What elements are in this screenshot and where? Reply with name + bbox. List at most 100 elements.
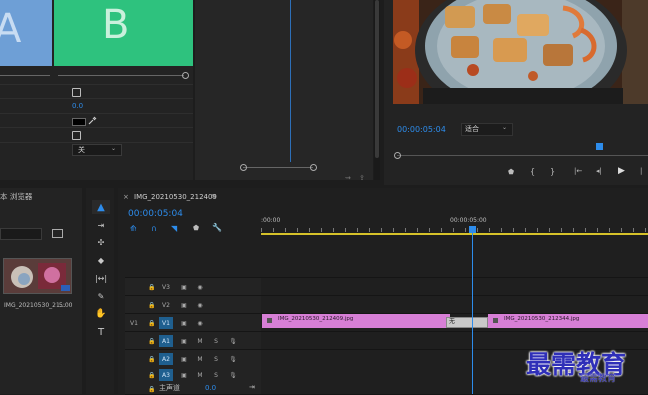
solo-button[interactable]: S [209,353,223,365]
play-icon[interactable]: ▶ [618,166,625,176]
dropdown[interactable]: 关 ⌄ [72,144,122,156]
marker-icon[interactable]: ⬟ [508,168,514,176]
video-clip-1[interactable]: IMG_20210530_212409.jpg [262,314,450,328]
track-select-tool-icon[interactable]: ⇥ [92,218,110,232]
mic-icon[interactable]: 🎙 [226,335,240,347]
transition[interactable]: 无 [446,317,488,328]
checkbox[interactable] [72,88,81,97]
track-area-top [125,236,648,278]
checkbox[interactable] [72,131,81,140]
track-header-v2: 🔒 V2 ▣ ◉ [125,296,261,314]
razor-tool-icon[interactable]: ◆ [92,253,110,267]
eye-icon[interactable]: ◉ [193,299,207,311]
mute-button[interactable]: M [193,353,207,365]
marker-icon[interactable]: ⬟ [193,224,199,232]
opacity-value[interactable]: 0.0 [72,103,83,110]
panel-tab-title[interactable]: 本 浏览器 [0,193,32,201]
selection-tool-icon[interactable]: ▲ [92,200,110,214]
lock-icon[interactable]: 🔒 [145,353,159,365]
tile-a: A [0,0,52,66]
linked-selection-icon[interactable]: ∩ [151,224,157,233]
master-value[interactable]: 0.0 [205,385,216,392]
sync-lock-icon[interactable]: ▣ [177,353,191,365]
zoom-bar[interactable] [243,167,313,168]
sync-lock-icon[interactable]: ▣ [177,335,191,347]
fit-dropdown[interactable]: 适合 ⌄ [461,123,513,136]
eye-icon[interactable]: ◉ [193,281,207,293]
color-swatch[interactable] [72,118,86,126]
mark-in-icon[interactable]: { [530,167,535,176]
program-playhead[interactable] [596,143,603,150]
zoom-handle-left[interactable] [240,164,247,171]
type-tool-icon[interactable]: T [92,325,110,339]
export-icon[interactable]: ⇪ [359,174,365,182]
pen-tool-icon[interactable]: ✎ [92,289,110,303]
track-lane-v2[interactable] [261,296,648,314]
sync-lock-icon[interactable]: ▣ [177,369,191,381]
chevron-down-icon: ⌄ [502,124,508,131]
panel-scrollbar[interactable] [374,0,380,180]
go-to-in-icon[interactable]: |← [574,167,582,175]
lock-icon[interactable]: 🔒 [145,383,159,395]
add-marker-icon[interactable]: ◥ [171,224,177,233]
go-to-end-icon[interactable]: ⇥ [249,384,255,391]
lock-icon[interactable]: 🔒 [145,281,159,293]
step-forward-icon[interactable]: | [640,167,642,175]
track-label-a1[interactable]: A1 [159,335,173,347]
slider-handle[interactable] [182,72,189,79]
new-bin-icon[interactable] [52,229,63,238]
slip-tool-icon[interactable]: |↔| [92,271,110,285]
program-timecode[interactable]: 00:00:05:04 [397,126,446,134]
scrollbar-thumb[interactable] [375,0,379,158]
track-header-a1: 🔒 A1 ▣ M S 🎙 [125,332,261,350]
source-patch-v1[interactable]: V1 [127,317,141,329]
snap-icon[interactable]: ⟰ [130,224,137,233]
mark-out-icon[interactable]: } [550,167,555,176]
sync-lock-icon[interactable]: ▣ [177,317,191,329]
video-clip-2[interactable]: IMG_20210530_212344.jpg [488,314,648,328]
track-label-a2[interactable]: A2 [159,353,173,365]
clip-thumbnail[interactable] [3,258,72,294]
sequence-timecode[interactable]: 00:00:05:04 [128,210,183,219]
solo-button[interactable]: S [209,335,223,347]
track-label-v3[interactable]: V3 [159,281,173,293]
scrub-start-handle[interactable] [394,152,401,159]
mute-button[interactable]: M [193,335,207,347]
work-area-bar[interactable] [261,233,648,235]
chevron-down-icon: ⌄ [111,145,117,152]
search-input[interactable] [0,228,42,240]
program-scrub-bar[interactable] [397,155,648,156]
tile-b-letter: B [102,2,130,48]
mute-button[interactable]: M [193,369,207,381]
sequence-tab[interactable]: IMG_20210530_212409 [134,194,217,201]
eyedropper-icon[interactable] [88,116,97,125]
mic-icon[interactable]: 🎙 [226,353,240,365]
lock-icon[interactable]: 🔒 [145,369,159,381]
track-label-a3[interactable]: A3 [159,369,173,381]
lock-icon[interactable]: 🔒 [145,335,159,347]
ruler-mid-label: 00:00:05:00 [450,217,487,224]
ripple-edit-tool-icon[interactable]: ✣ [92,235,110,249]
lock-icon[interactable]: 🔒 [145,299,159,311]
eye-icon[interactable]: ◉ [193,317,207,329]
scale-slider-track[interactable] [58,75,184,76]
track-label-v2[interactable]: V2 [159,299,173,311]
project-panel: 本 浏览器 IMG_20210530_21... 5:00 [0,188,82,394]
position-slider-track[interactable] [0,75,50,76]
sync-lock-icon[interactable]: ▣ [177,299,191,311]
transition-label: 无 [449,318,456,325]
timeline-playhead-head[interactable] [469,226,476,233]
track-label-v1[interactable]: V1 [159,317,173,329]
mic-icon[interactable]: 🎙 [226,369,240,381]
solo-button[interactable]: S [209,369,223,381]
sync-lock-icon[interactable]: ▣ [177,281,191,293]
lock-icon[interactable]: 🔒 [145,317,159,329]
wrench-icon[interactable]: 🔧 [212,223,222,232]
zoom-handle-right[interactable] [310,164,317,171]
sequence-menu-icon[interactable]: ≡ [211,193,217,200]
filter-icon[interactable]: ⇝ [345,174,351,182]
close-sequence-icon[interactable]: × [123,194,129,201]
step-back-icon[interactable]: ◂| [596,167,602,175]
track-lane-v3[interactable] [261,278,648,296]
hand-tool-icon[interactable]: ✋ [92,307,110,321]
